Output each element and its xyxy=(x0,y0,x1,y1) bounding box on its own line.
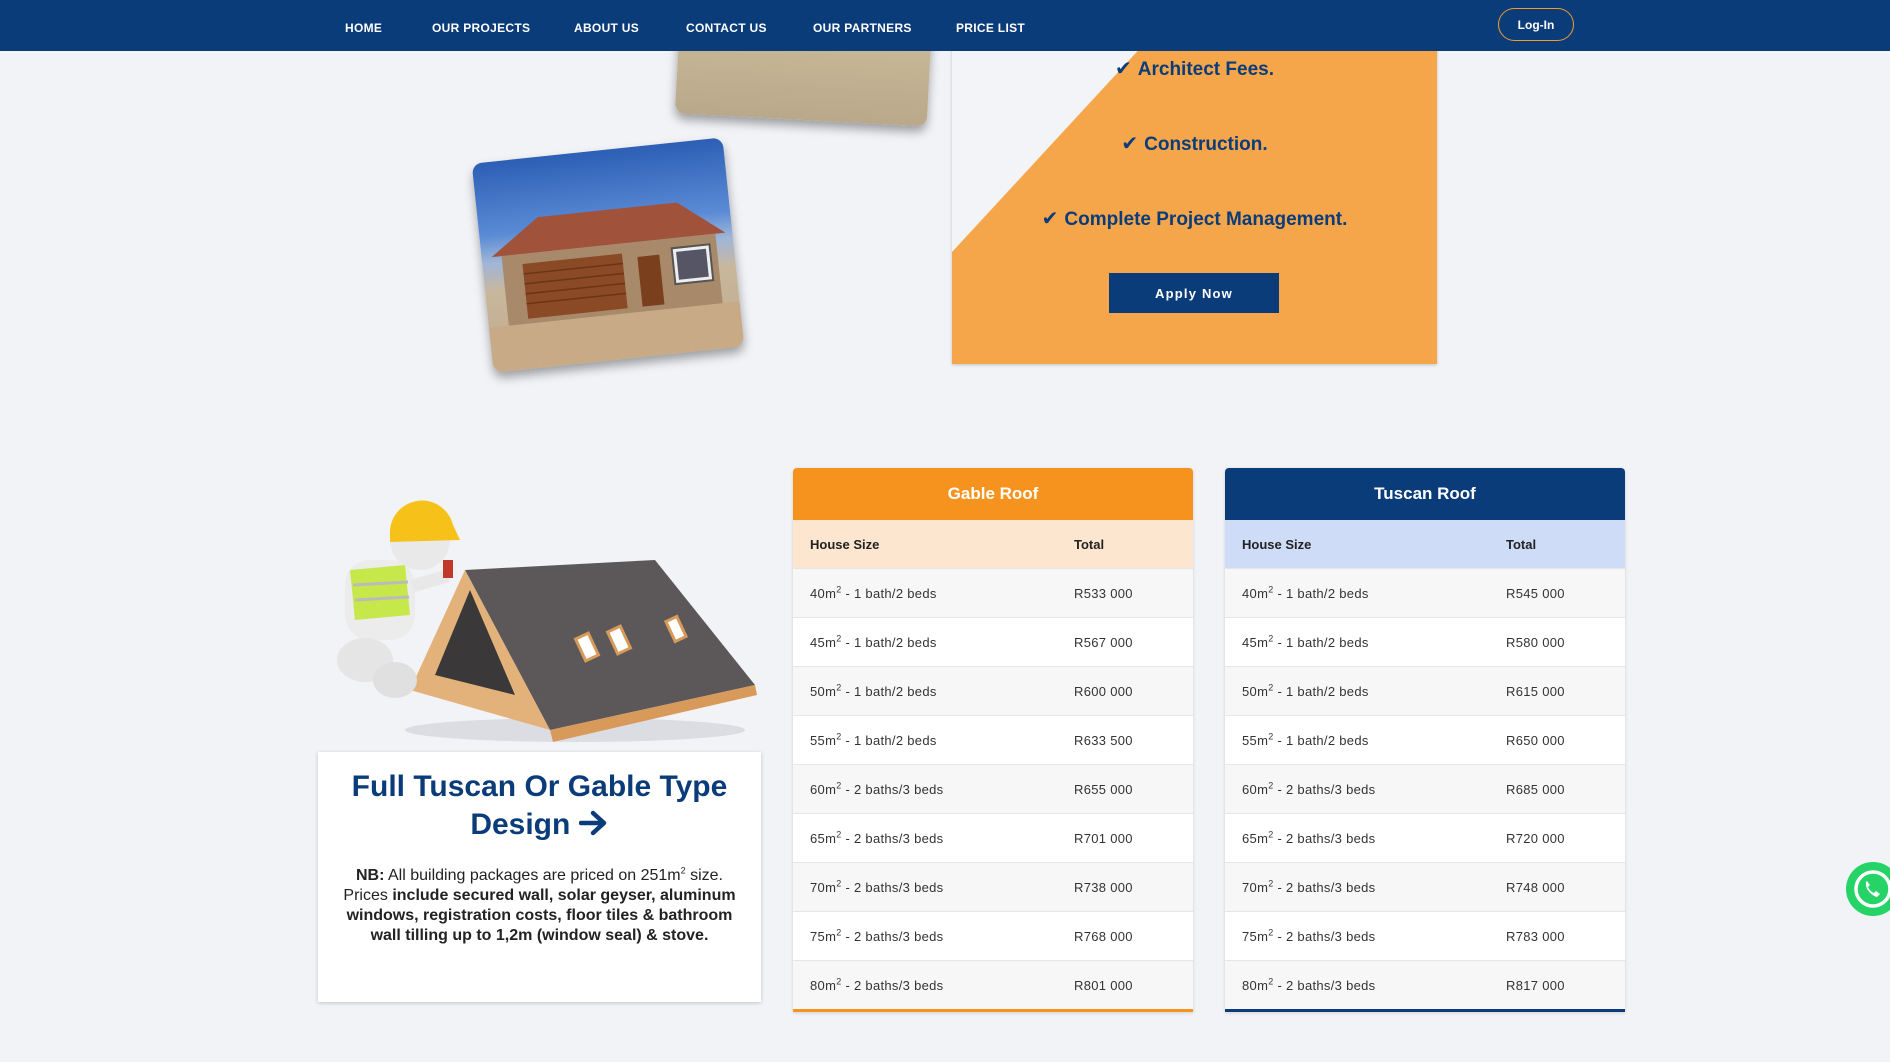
table-row: 50m2 - 1 bath/2 beds R600 000 xyxy=(793,666,1193,715)
total-cell: R545 000 xyxy=(1506,585,1565,601)
total-cell: R633 500 xyxy=(1074,732,1133,748)
house-size-cell: 75m2 - 2 baths/3 beds xyxy=(810,927,944,944)
house-size-cell: 65m2 - 2 baths/3 beds xyxy=(810,829,944,846)
house-size-cell: 75m2 - 2 baths/3 beds xyxy=(1242,927,1376,944)
promo-card: ✔ Architect Fees. ✔ Construction. ✔ Complet… xyxy=(952,30,1437,364)
table-row: 45m2 - 1 bath/2 beds R580 000 xyxy=(1225,617,1625,666)
house-size-cell: 55m2 - 1 bath/2 beds xyxy=(810,731,937,748)
promo-line-architect: ✔ Architect Fees. xyxy=(1115,58,1274,80)
total-cell: R738 000 xyxy=(1074,879,1133,895)
house-size-cell: 70m2 - 2 baths/3 beds xyxy=(1242,878,1376,895)
total-cell: R650 000 xyxy=(1506,732,1565,748)
house-size-cell: 50m2 - 1 bath/2 beds xyxy=(810,682,937,699)
col-house-size: House Size xyxy=(1242,536,1312,552)
total-cell: R768 000 xyxy=(1074,928,1133,944)
col-total: Total xyxy=(1074,536,1105,552)
total-cell: R720 000 xyxy=(1506,830,1565,846)
gable-roof-price-table: Gable Roof House Size Total 40m2 - 1 bat… xyxy=(793,468,1193,1012)
tuscan-table-title: Tuscan Roof xyxy=(1225,468,1625,520)
total-cell: R615 000 xyxy=(1506,683,1565,699)
table-row: 55m2 - 1 bath/2 beds R633 500 xyxy=(793,715,1193,764)
col-total: Total xyxy=(1506,536,1537,552)
roof-worker-illustration xyxy=(325,480,765,750)
check-icon: ✔ xyxy=(1115,58,1132,80)
table-row: 70m2 - 2 baths/3 beds R738 000 xyxy=(793,862,1193,911)
table-row: 60m2 - 2 baths/3 beds R655 000 xyxy=(793,764,1193,813)
house-size-cell: 40m2 - 1 bath/2 beds xyxy=(810,584,937,601)
table-row: 70m2 - 2 baths/3 beds R748 000 xyxy=(1225,862,1625,911)
check-icon: ✔ xyxy=(1121,133,1139,155)
table-row: 75m2 - 2 baths/3 beds R783 000 xyxy=(1225,911,1625,960)
table-row: 45m2 - 1 bath/2 beds R567 000 xyxy=(793,617,1193,666)
total-cell: R580 000 xyxy=(1506,634,1565,650)
tuscan-roof-price-table: Tuscan Roof House Size Total 40m2 - 1 ba… xyxy=(1225,468,1625,1012)
info-body: NB: All building packages are priced on … xyxy=(343,865,736,944)
house-size-cell: 60m2 - 2 baths/3 beds xyxy=(1242,780,1376,797)
total-cell: R655 000 xyxy=(1074,781,1133,797)
total-cell: R600 000 xyxy=(1074,683,1133,699)
table-row: 75m2 - 2 baths/3 beds R768 000 xyxy=(793,911,1193,960)
house-size-cell: 80m2 - 2 baths/3 beds xyxy=(810,976,944,993)
col-house-size: House Size xyxy=(810,536,880,552)
table-row: 80m2 - 2 baths/3 beds R801 000 xyxy=(793,960,1193,1009)
total-cell: R748 000 xyxy=(1506,879,1565,895)
nav-our-projects[interactable]: OUR PROJECTS xyxy=(432,21,530,35)
total-cell: R817 000 xyxy=(1506,977,1565,993)
arrow-right-icon xyxy=(578,808,609,841)
house-size-cell: 45m2 - 1 bath/2 beds xyxy=(810,633,937,650)
house-size-cell: 50m2 - 1 bath/2 beds xyxy=(1242,682,1369,699)
nav-contact-us[interactable]: CONTACT US xyxy=(686,21,767,35)
total-cell: R685 000 xyxy=(1506,781,1565,797)
house-size-cell: 60m2 - 2 baths/3 beds xyxy=(810,780,944,797)
total-cell: R533 000 xyxy=(1074,585,1133,601)
nav-price-list[interactable]: PRICE LIST xyxy=(956,21,1025,35)
table-row: 65m2 - 2 baths/3 beds R720 000 xyxy=(1225,813,1625,862)
house-size-cell: 70m2 - 2 baths/3 beds xyxy=(810,878,944,895)
top-navbar: HOME OUR PROJECTS ABOUT US CONTACT US OU… xyxy=(0,0,1890,51)
nav-about-us[interactable]: ABOUT US xyxy=(574,21,639,35)
promo-line-construction: ✔ Construction. xyxy=(1121,133,1268,155)
total-cell: R783 000 xyxy=(1506,928,1565,944)
table-row: 60m2 - 2 baths/3 beds R685 000 xyxy=(1225,764,1625,813)
table-row: 50m2 - 1 bath/2 beds R615 000 xyxy=(1225,666,1625,715)
house-size-cell: 40m2 - 1 bath/2 beds xyxy=(1242,584,1369,601)
table-row: 80m2 - 2 baths/3 beds R817 000 xyxy=(1225,960,1625,1009)
tuscan-table-header: House Size Total xyxy=(1225,520,1625,568)
house-photo xyxy=(471,137,745,373)
house-size-cell: 55m2 - 1 bath/2 beds xyxy=(1242,731,1369,748)
nav-home[interactable]: HOME xyxy=(345,21,382,35)
table-row: 55m2 - 1 bath/2 beds R650 000 xyxy=(1225,715,1625,764)
total-cell: R701 000 xyxy=(1074,830,1133,846)
package-info-card: Full Tuscan Or Gable Type Design NB: All… xyxy=(318,752,761,1002)
apply-now-button[interactable]: Apply Now xyxy=(1109,273,1279,313)
table-row: 40m2 - 1 bath/2 beds R545 000 xyxy=(1225,568,1625,617)
gable-table-title: Gable Roof xyxy=(793,468,1193,520)
house-size-cell: 65m2 - 2 baths/3 beds xyxy=(1242,829,1376,846)
nav-our-partners[interactable]: OUR PARTNERS xyxy=(813,21,912,35)
tuscan-table-body: 40m2 - 1 bath/2 beds R545 000 45m2 - 1 bat… xyxy=(1225,568,1625,1009)
gable-table-header: House Size Total xyxy=(793,520,1193,568)
house-illustration xyxy=(488,202,745,373)
total-cell: R567 000 xyxy=(1074,634,1133,650)
info-title: Full Tuscan Or Gable Type Design xyxy=(351,770,728,841)
login-button[interactable]: Log-In xyxy=(1498,8,1574,41)
total-cell: R801 000 xyxy=(1074,977,1133,993)
house-size-cell: 80m2 - 2 baths/3 beds xyxy=(1242,976,1376,993)
promo-line-project-management: ✔ Complete Project Management. xyxy=(1041,208,1348,230)
table-row: 40m2 - 1 bath/2 beds R533 000 xyxy=(793,568,1193,617)
check-icon: ✔ xyxy=(1041,208,1059,230)
house-size-cell: 45m2 - 1 bath/2 beds xyxy=(1242,633,1369,650)
gable-table-body: 40m2 - 1 bath/2 beds R533 000 45m2 - 1 bat… xyxy=(793,568,1193,1009)
table-row: 65m2 - 2 baths/3 beds R701 000 xyxy=(793,813,1193,862)
whatsapp-icon[interactable] xyxy=(1846,862,1890,916)
